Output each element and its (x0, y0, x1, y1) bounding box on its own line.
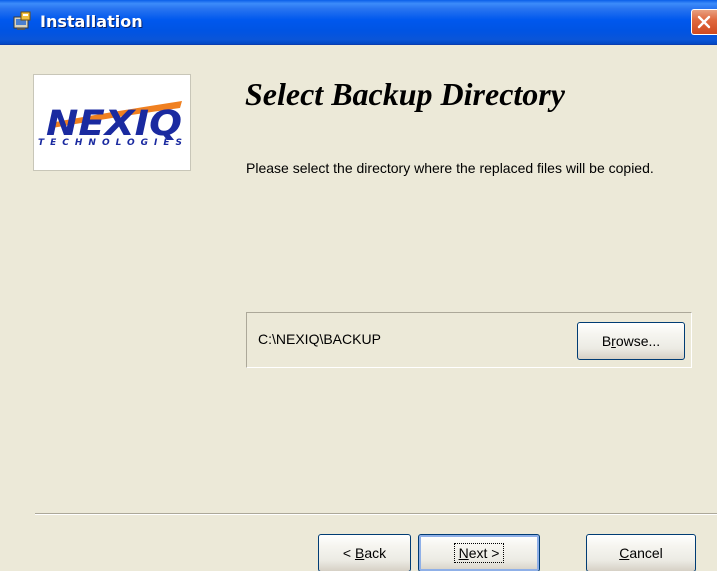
window-title: Installation (40, 12, 143, 31)
page-title: Select Backup Directory (245, 76, 565, 112)
backup-directory-group: C:\NEXIQ\BACKUP Browse... (246, 312, 692, 368)
nexiq-logo-graphic: NEXIQ TECHNOLOGIES (38, 101, 182, 148)
title-bar[interactable]: Installation (0, 0, 717, 45)
browse-button[interactable]: Browse... (577, 322, 685, 360)
back-button[interactable]: < Back (318, 534, 411, 571)
back-label: < Back (342, 545, 387, 561)
next-button[interactable]: Next > (418, 534, 540, 571)
instruction-text: Please select the directory where the re… (246, 160, 654, 176)
close-button[interactable] (691, 9, 717, 35)
next-label: Next > (453, 543, 505, 563)
installer-icon (12, 11, 32, 31)
close-icon (697, 15, 711, 29)
browse-label: Browse... (601, 333, 661, 349)
nexiq-logo: NEXIQ TECHNOLOGIES (33, 74, 191, 171)
button-separator (35, 513, 717, 515)
cancel-button[interactable]: Cancel (586, 534, 696, 571)
backup-path: C:\NEXIQ\BACKUP (258, 331, 381, 347)
installation-dialog: Installation NEXIQ TECHNOLOGIES Select B… (0, 0, 717, 571)
cancel-label: Cancel (619, 545, 663, 561)
